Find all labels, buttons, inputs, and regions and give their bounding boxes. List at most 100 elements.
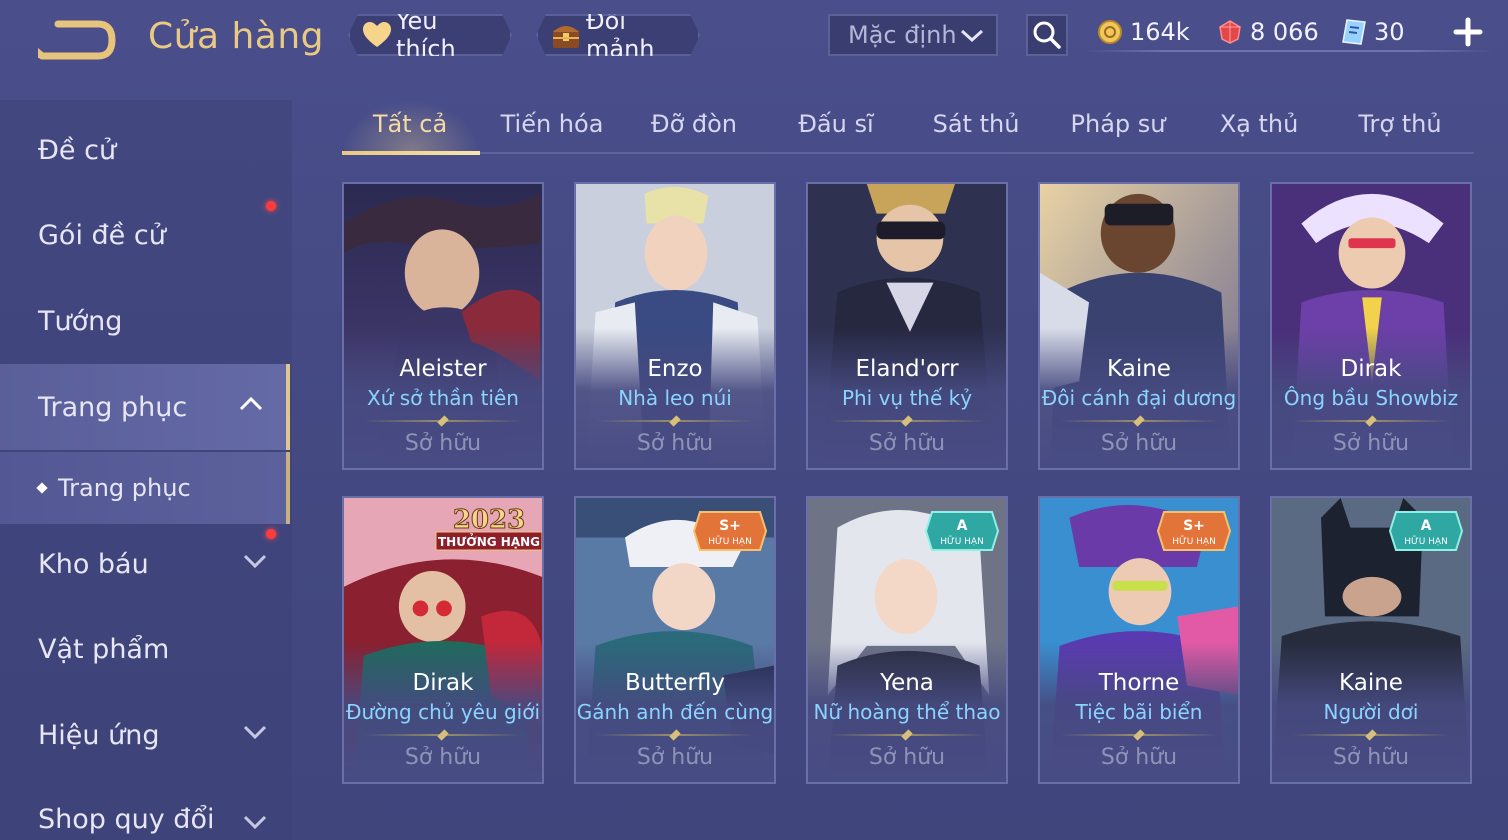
rank-reward-badge: 2023 THƯỞNG HẠNG (435, 505, 542, 551)
hero-name: Eland'orr (855, 356, 959, 382)
tab-active-underline (342, 151, 480, 155)
heart-icon (362, 19, 392, 51)
badge-caption: HỮU HẠN (940, 535, 984, 547)
hero-name: Enzo (647, 356, 703, 382)
sidebar-item-label: Vật phẩm (38, 633, 170, 665)
currency-divider (1084, 50, 1494, 52)
treasure-chest-icon (550, 19, 582, 51)
exchange-shards-button[interactable]: Đổi mảnh (536, 14, 700, 56)
sidebar-item-recommended[interactable]: Đề cử (0, 107, 290, 193)
badge-year: 2023 (453, 505, 525, 535)
tab-evolution[interactable]: Tiến hóa (501, 110, 604, 138)
tab-all[interactable]: Tất cả (373, 110, 447, 138)
voucher-balance: 30 (1340, 14, 1405, 50)
ownership-status: Sở hữu (404, 745, 482, 770)
gold-amount: 164k (1130, 18, 1190, 46)
skin-card[interactable]: Dirak Ông bầu Showbiz Sở hữu (1270, 182, 1472, 470)
ownership-status: Sở hữu (636, 745, 714, 770)
badge-grade: A (957, 518, 968, 534)
sidebar-item-skins[interactable]: Trang phục (0, 364, 290, 450)
sidebar-item-label: Trang phục (38, 391, 188, 423)
exchange-label: Đổi mảnh (586, 7, 655, 63)
category-tabs: Tất cả Tiến hóa Đỡ đòn Đấu sĩ Sát thủ Ph… (342, 100, 1474, 155)
badge-caption: THƯỞNG HẠNG (438, 533, 540, 549)
search-icon (1033, 21, 1061, 49)
chevron-down-icon (243, 554, 267, 569)
sidebar-item-label: Hiệu ứng (38, 719, 160, 751)
tab-support[interactable]: Trợ thủ (1358, 110, 1441, 138)
skin-card[interactable]: 2023 THƯỞNG HẠNG Dirak Đường chủ yêu giớ… (342, 496, 544, 784)
hero-name: Yena (880, 670, 934, 696)
hero-name: Aleister (399, 356, 487, 382)
favorite-button[interactable]: Yêu thích (348, 14, 512, 56)
tab-marksman[interactable]: Xạ thủ (1220, 110, 1299, 138)
ownership-status: Sở hữu (1100, 431, 1178, 456)
sidebar-item-effects[interactable]: Hiệu ứng (0, 692, 290, 778)
sidebar-item-heroes[interactable]: Tướng (0, 278, 290, 364)
red-gem-icon (1216, 18, 1244, 46)
skin-card[interactable]: A HỮU HẠN Yena Nữ hoàng thể thao Sở hữu (806, 496, 1008, 784)
badge-caption: HỮU HẠN (1404, 535, 1448, 547)
notification-dot (266, 201, 276, 211)
sidebar-item-treasure[interactable]: Kho báu (0, 521, 290, 607)
hero-name: Kaine (1107, 356, 1171, 382)
hero-name: Dirak (1340, 356, 1402, 382)
tab-tank[interactable]: Đỡ đòn (651, 110, 737, 138)
gem-balance: 8 066 (1216, 14, 1319, 50)
skin-card[interactable]: Aleister Xứ sở thần tiên Sở hữu (342, 182, 544, 470)
skin-card[interactable]: Eland'orr Phi vụ thế kỷ Sở hữu (806, 182, 1008, 470)
skin-card[interactable]: S+ HỮU HẠN Thorne Tiệc bãi biển Sở hữu (1038, 496, 1240, 784)
sort-value: Mặc định (848, 21, 957, 49)
skin-card[interactable]: Kaine Đôi cánh đại dương Sở hữu (1038, 182, 1240, 470)
hero-name: Kaine (1339, 670, 1403, 696)
sidebar-item-label: Gói đề cử (38, 219, 166, 251)
voucher-icon (1340, 18, 1368, 46)
gold-coin-icon (1096, 18, 1124, 46)
skin-card[interactable]: S+ HỮU HẠN Butterfly Gánh anh đến cùng S… (574, 496, 776, 784)
search-button[interactable] (1026, 14, 1068, 56)
skin-name: Người dơi (1323, 700, 1419, 724)
chevron-down-icon (960, 29, 984, 43)
sidebar-subitem-skins[interactable]: Trang phục (0, 452, 290, 524)
limited-splus-badge: S+ HỮU HẠN (692, 511, 768, 551)
tab-fighter[interactable]: Đấu sĩ (798, 110, 873, 138)
diamond-bullet-icon (36, 482, 48, 494)
skin-name: Gánh anh đến cùng (576, 700, 774, 724)
sidebar-item-items[interactable]: Vật phẩm (0, 606, 290, 692)
skin-name: Xứ sở thần tiên (367, 386, 519, 410)
hero-name: Dirak (412, 670, 474, 696)
skin-name: Nữ hoàng thể thao (813, 700, 1001, 724)
voucher-amount: 30 (1374, 18, 1405, 46)
skin-name: Tiệc bãi biển (1075, 700, 1203, 724)
ownership-status: Sở hữu (1332, 745, 1410, 770)
ownership-status: Sở hữu (1100, 745, 1178, 770)
gold-balance: 164k (1096, 14, 1190, 50)
add-currency-button[interactable] (1452, 16, 1484, 48)
ownership-status: Sở hữu (636, 431, 714, 456)
ownership-status: Sở hữu (404, 431, 482, 456)
sort-dropdown[interactable]: Mặc định (828, 14, 998, 56)
tab-mage[interactable]: Pháp sư (1071, 110, 1166, 138)
sidebar-item-exchange-shop[interactable]: Shop quy đổi (0, 778, 290, 840)
hero-name: Thorne (1098, 670, 1180, 696)
badge-grade: S+ (1183, 518, 1205, 534)
sidebar-item-label: Kho báu (38, 548, 149, 580)
favorite-label: Yêu thích (396, 7, 456, 63)
tab-assassin[interactable]: Sát thủ (933, 110, 1020, 138)
badge-grade: A (1421, 518, 1432, 534)
sidebar-item-recommended-bundles[interactable]: Gói đề cử (0, 192, 290, 278)
skin-name: Ông bầu Showbiz (1283, 386, 1459, 410)
gem-amount: 8 066 (1250, 18, 1319, 46)
page-title: Cửa hàng (148, 16, 325, 57)
skin-name: Nhà leo núi (618, 386, 732, 410)
skin-card[interactable]: A HỮU HẠN Kaine Người dơi Sở hữu (1270, 496, 1472, 784)
ownership-status: Sở hữu (868, 745, 946, 770)
sidebar-item-label: Tướng (38, 305, 123, 337)
limited-a-badge: A HỮU HẠN (924, 511, 1000, 551)
skin-card[interactable]: Enzo Nhà leo núi Sở hữu (574, 182, 776, 470)
sidebar-item-label: Đề cử (38, 134, 117, 166)
back-button[interactable] (36, 18, 116, 62)
sidebar-item-label: Trang phục (58, 474, 191, 502)
chevron-down-icon (243, 815, 267, 830)
hero-name: Butterfly (624, 670, 726, 696)
